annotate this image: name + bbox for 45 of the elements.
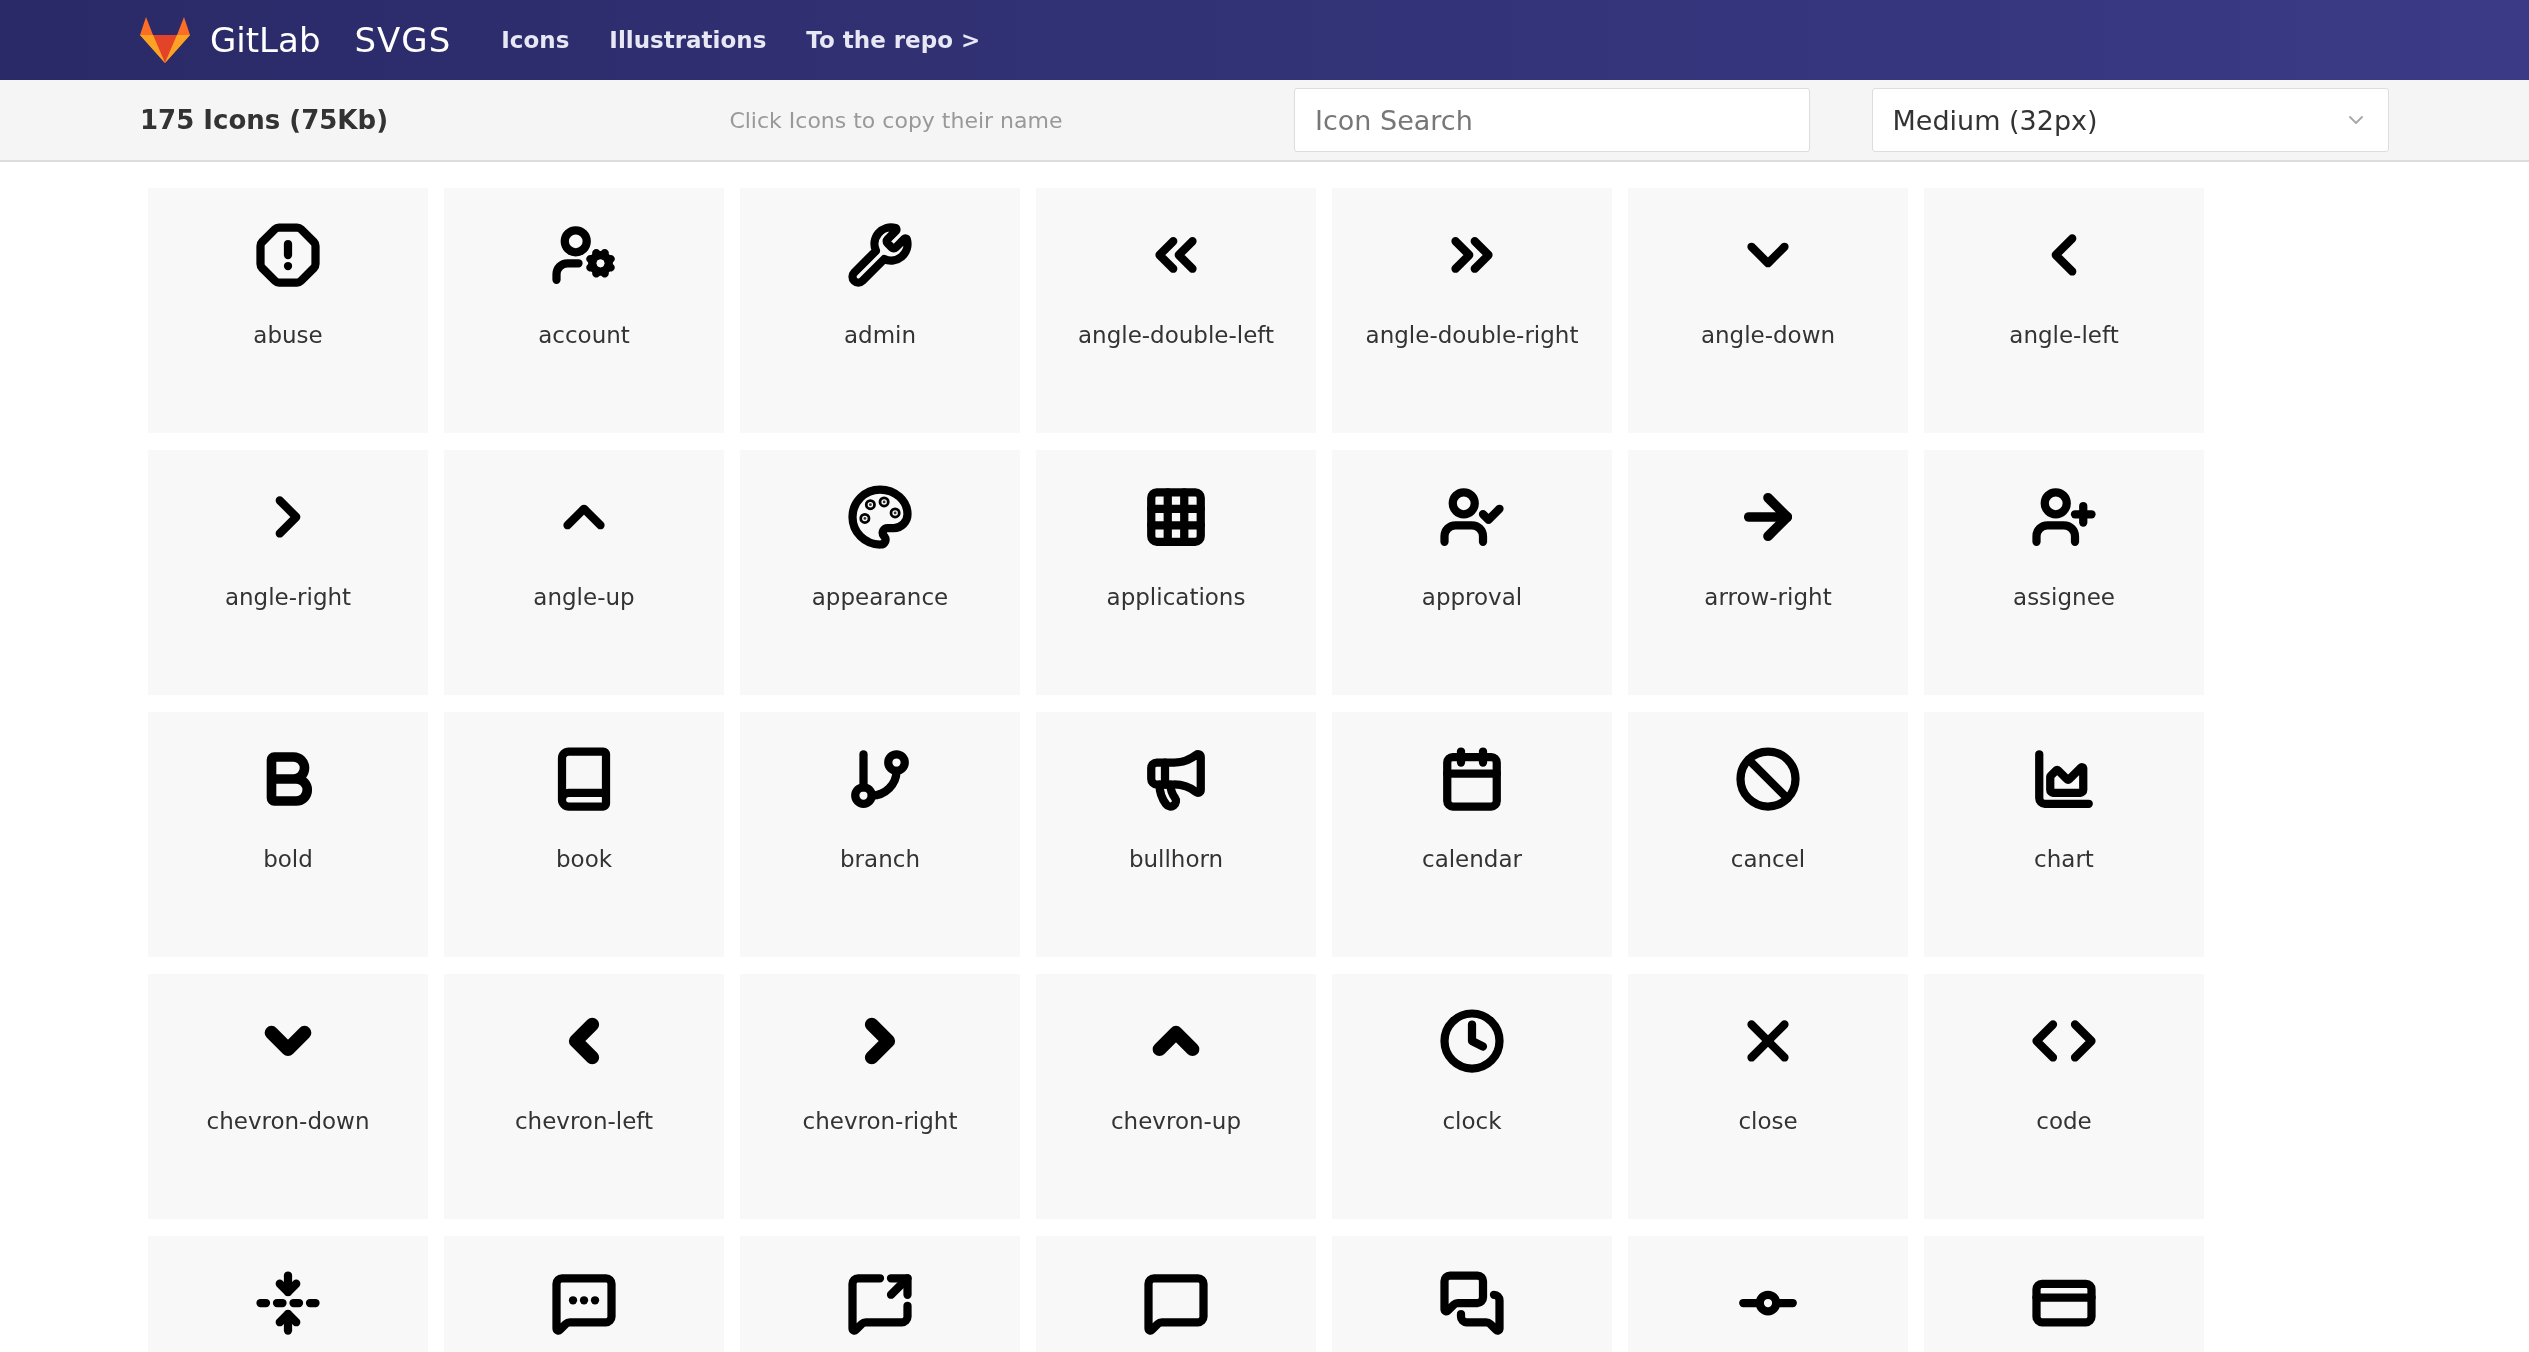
icon-card[interactable]: angle-double-right	[1332, 188, 1612, 433]
product-name: SVGS	[354, 20, 452, 60]
icon-card[interactable]: assignee	[1924, 450, 2204, 695]
icon-count: 175 Icons (75Kb)	[140, 105, 389, 135]
palette-icon	[847, 484, 913, 550]
comments-icon	[1439, 1270, 1505, 1336]
icon-card[interactable]: angle-double-left	[1036, 188, 1316, 433]
icon-card[interactable]: calendar	[1332, 712, 1612, 957]
nav-link[interactable]: Illustrations	[609, 27, 767, 53]
fox-logo	[140, 17, 190, 63]
icon-card[interactable]: code	[1924, 974, 2204, 1219]
icon-card[interactable]: approval	[1332, 450, 1612, 695]
icon-card[interactable]: angle-up	[444, 450, 724, 695]
icon-card[interactable]: clock	[1332, 974, 1612, 1219]
icon-card[interactable]: chevron-down	[148, 974, 428, 1219]
icon-card[interactable]: arrow-right	[1628, 450, 1908, 695]
octagon-alert-icon	[255, 222, 321, 288]
icon-card[interactable]: appearance	[740, 450, 1020, 695]
brand-name: GitLab	[210, 20, 321, 60]
icon-card[interactable]: admin	[740, 188, 1020, 433]
icon-card[interactable]: book	[444, 712, 724, 957]
size-select[interactable]: Medium (32px)	[1871, 88, 2389, 152]
icon-card[interactable]: bold	[148, 712, 428, 957]
wrench-icon	[847, 222, 913, 288]
icon-card[interactable]: bullhorn	[1036, 712, 1316, 957]
search-field[interactable]: Icon Search	[1294, 88, 1810, 152]
ban-icon	[1735, 746, 1801, 812]
icon-card[interactable]: chevron-right	[740, 974, 1020, 1219]
icon-card[interactable]: branch	[740, 712, 1020, 957]
hint-text: Click Icons to copy their name	[729, 107, 1064, 133]
icon-card[interactable]: angle-down	[1628, 188, 1908, 433]
icon-card[interactable]: cancel	[1628, 712, 1908, 957]
icon-card[interactable]: chart	[1924, 712, 2204, 957]
collapse-icon	[255, 1270, 321, 1336]
icon-card[interactable]: angle-left	[1924, 188, 2204, 433]
icon-card[interactable]: abuse	[148, 188, 428, 433]
nav-link[interactable]: Icons	[501, 27, 570, 53]
clock-icon	[1439, 1008, 1505, 1074]
icon-card[interactable]: chevron-left	[444, 974, 724, 1219]
icon-card[interactable]: angle-right	[148, 450, 428, 695]
icon-card[interactable]: chevron-up	[1036, 974, 1316, 1219]
nav-link[interactable]: To the repo >	[806, 27, 981, 53]
icon-card[interactable]: close	[1628, 974, 1908, 1219]
icon-card[interactable]: applications	[1036, 450, 1316, 695]
icon-card[interactable]: account	[444, 188, 724, 433]
